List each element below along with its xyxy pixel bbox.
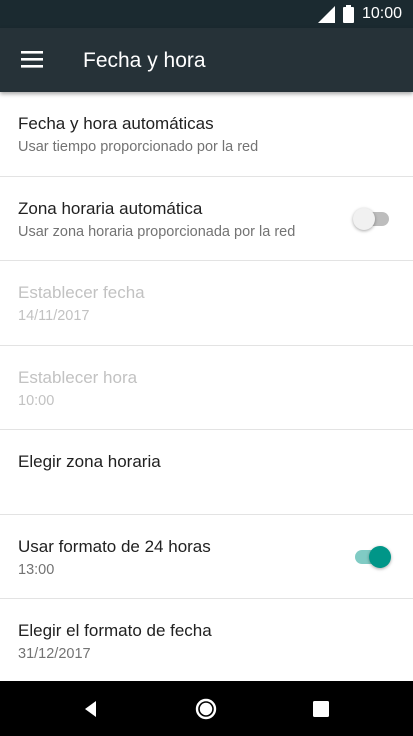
setting-summary: Usar zona horaria proporcionada por la r… [18, 223, 296, 240]
switch-thumb [353, 207, 375, 230]
settings-list: Fecha y hora automáticas Usar tiempo pro… [0, 92, 413, 681]
recents-button[interactable] [301, 689, 341, 729]
setting-title: Usar formato de 24 horas [18, 536, 211, 556]
status-time: 10:00 [362, 5, 403, 22]
24-hour-format-switch[interactable] [353, 545, 391, 568]
setting-24-hour-format[interactable]: Usar formato de 24 horas 13:00 [0, 515, 413, 599]
setting-choose-time-zone[interactable]: Elegir zona horaria [0, 430, 413, 515]
setting-title: Elegir zona horaria [18, 452, 161, 471]
setting-automatic-time-zone[interactable]: Zona horaria automática Usar zona horari… [0, 177, 413, 261]
setting-summary: 10:00 [18, 392, 55, 409]
home-icon [195, 698, 217, 720]
setting-title: Zona horaria automática [18, 198, 203, 218]
app-bar: Fecha y hora [0, 28, 413, 92]
setting-summary: 14/11/2017 [18, 308, 90, 324]
setting-set-time: Establecer hora 10:00 [0, 346, 413, 430]
menu-button[interactable] [10, 36, 54, 84]
signal-icon [318, 6, 335, 23]
status-bar: 10:00 [0, 0, 413, 28]
setting-summary: 13:00 [18, 561, 55, 578]
setting-title: Establecer fecha [18, 283, 145, 302]
menu-icon [21, 51, 43, 68]
setting-summary: 31/12/2017 [18, 646, 91, 662]
setting-date-format[interactable]: Elegir el formato de fecha 31/12/2017 [0, 599, 413, 681]
setting-title: Establecer hora [18, 367, 138, 387]
automatic-time-zone-switch[interactable] [353, 207, 391, 230]
navigation-bar [0, 681, 413, 736]
back-button[interactable] [72, 689, 112, 729]
battery-icon [343, 5, 354, 23]
back-icon [85, 701, 96, 717]
setting-title: Fecha y hora automáticas [18, 114, 214, 133]
setting-set-date: Establecer fecha 14/11/2017 [0, 261, 413, 346]
setting-automatic-date-time[interactable]: Fecha y hora automáticas Usar tiempo pro… [0, 92, 413, 177]
page-title: Fecha y hora [83, 49, 206, 72]
setting-summary: Usar tiempo proporcionado por la red [18, 139, 259, 155]
home-button[interactable] [186, 689, 226, 729]
setting-title: Elegir el formato de fecha [18, 621, 212, 640]
recents-icon [313, 701, 329, 717]
switch-thumb [369, 545, 391, 568]
